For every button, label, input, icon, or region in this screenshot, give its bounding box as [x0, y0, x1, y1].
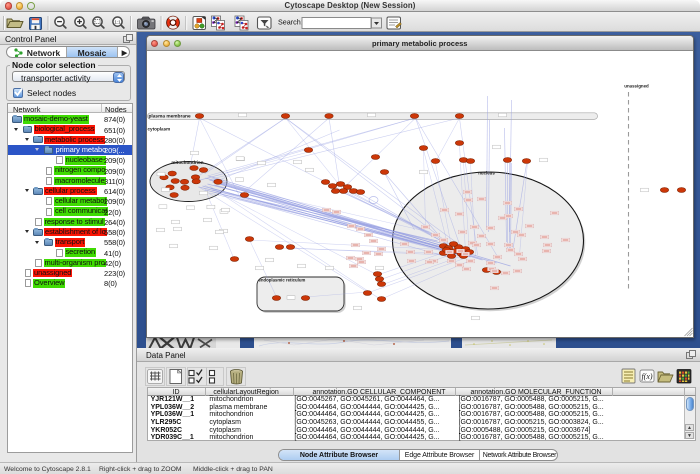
svg-text:cytoplasm: cytoplasm: [148, 127, 171, 132]
svg-text:Search:: Search:: [278, 18, 303, 27]
svg-text:plasma membrane: plasma membrane: [149, 114, 191, 120]
svg-text:unassigned: unassigned: [624, 84, 649, 89]
svg-text:mitochondrion: mitochondrion: [171, 160, 203, 165]
svg-text:f(x): f(x): [641, 372, 652, 381]
svg-text:nucleus: nucleus: [478, 171, 495, 176]
svg-text:1:1: 1:1: [114, 19, 121, 24]
svg-text:endoplasmic reticulum: endoplasmic reticulum: [259, 278, 306, 283]
